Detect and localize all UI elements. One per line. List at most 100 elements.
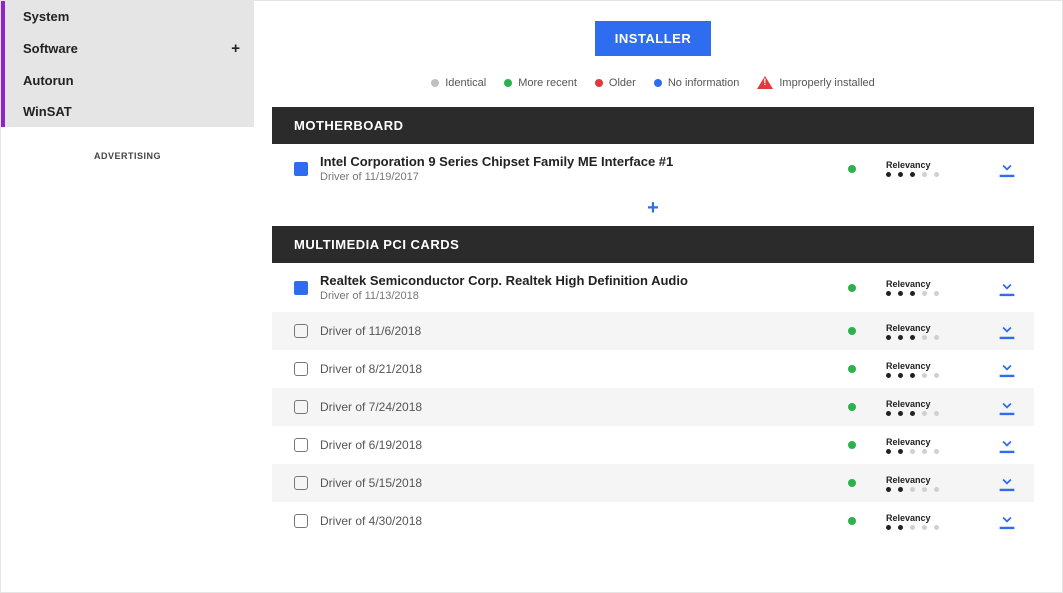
driver-date: Driver of 11/19/2017 — [320, 171, 836, 183]
driver-row[interactable]: Driver of 4/30/2018 Relevancy — [272, 502, 1034, 540]
driver-row[interactable]: Driver of 5/15/2018 Relevancy — [272, 464, 1034, 502]
relevancy-meter: Relevancy — [886, 513, 966, 530]
status-dot-icon — [848, 327, 856, 335]
status-dot-icon — [848, 441, 856, 449]
status-dot-icon — [848, 365, 856, 373]
download-icon[interactable] — [996, 398, 1018, 416]
relevancy-meter: Relevancy — [886, 475, 966, 492]
legend-label: More recent — [518, 77, 577, 89]
relevancy-dots — [886, 449, 966, 454]
driver-text: Realtek Semiconductor Corp. Realtek High… — [320, 273, 836, 302]
status-dot-icon — [848, 284, 856, 292]
relevancy-dots — [886, 335, 966, 340]
installer-button[interactable]: INSTALLER — [595, 21, 711, 56]
legend-label: Improperly installed — [779, 77, 874, 89]
status-dot-icon — [848, 165, 856, 173]
checkbox[interactable] — [294, 400, 308, 414]
select-box-icon[interactable] — [294, 162, 308, 176]
driver-name: Intel Corporation 9 Series Chipset Famil… — [320, 154, 836, 169]
relevancy-meter: Relevancy — [886, 279, 966, 296]
driver-row[interactable]: Driver of 6/19/2018 Relevancy — [272, 426, 1034, 464]
driver-text: Driver of 5/15/2018 — [320, 476, 836, 490]
relevancy-label: Relevancy — [886, 399, 966, 409]
driver-row[interactable]: Driver of 11/6/2018 Relevancy — [272, 312, 1034, 350]
sidebar-nav: System Software + Autorun WinSAT — [1, 1, 254, 127]
driver-date: Driver of 11/6/2018 — [320, 324, 836, 338]
relevancy-meter: Relevancy — [886, 399, 966, 416]
driver-name: Realtek Semiconductor Corp. Realtek High… — [320, 273, 836, 288]
driver-text: Driver of 11/6/2018 — [320, 324, 836, 338]
driver-text: Driver of 7/24/2018 — [320, 400, 836, 414]
relevancy-label: Relevancy — [886, 475, 966, 485]
download-icon[interactable] — [996, 322, 1018, 340]
relevancy-label: Relevancy — [886, 513, 966, 523]
relevancy-dots — [886, 525, 966, 530]
checkbox[interactable] — [294, 362, 308, 376]
warning-icon — [757, 76, 773, 89]
checkbox[interactable] — [294, 476, 308, 490]
legend-label: Older — [609, 77, 636, 89]
dot-blue-icon — [654, 79, 662, 87]
relevancy-dots — [886, 172, 966, 177]
expand-row: + — [272, 193, 1034, 226]
driver-row[interactable]: Driver of 8/21/2018 Relevancy — [272, 350, 1034, 388]
driver-row[interactable]: Realtek Semiconductor Corp. Realtek High… — [272, 263, 1034, 312]
legend-label: No information — [668, 77, 740, 89]
download-icon[interactable] — [996, 436, 1018, 454]
status-dot-icon — [848, 517, 856, 525]
relevancy-dots — [886, 291, 966, 296]
sidebar-item-winsat[interactable]: WinSAT — [5, 96, 254, 127]
download-icon[interactable] — [996, 512, 1018, 530]
main-content: INSTALLER Identical More recent Older No… — [254, 1, 1062, 592]
sidebar: System Software + Autorun WinSAT ADVERTI… — [1, 1, 254, 592]
dot-red-icon — [595, 79, 603, 87]
sidebar-item-autorun[interactable]: Autorun — [5, 65, 254, 96]
select-box-icon[interactable] — [294, 281, 308, 295]
driver-date: Driver of 11/13/2018 — [320, 290, 836, 302]
driver-date: Driver of 8/21/2018 — [320, 362, 836, 376]
relevancy-label: Relevancy — [886, 279, 966, 289]
installer-row: INSTALLER — [272, 21, 1034, 56]
relevancy-label: Relevancy — [886, 160, 966, 170]
sidebar-item-label: WinSAT — [23, 104, 72, 119]
section-header-multimedia: MULTIMEDIA PCI CARDS — [272, 226, 1034, 263]
expand-plus-icon[interactable]: + — [647, 197, 659, 220]
download-icon[interactable] — [996, 160, 1018, 178]
checkbox[interactable] — [294, 324, 308, 338]
driver-date: Driver of 4/30/2018 — [320, 514, 836, 528]
legend-improperly-installed: Improperly installed — [757, 76, 874, 89]
dot-grey-icon — [431, 79, 439, 87]
driver-row[interactable]: Intel Corporation 9 Series Chipset Famil… — [272, 144, 1034, 193]
legend-older: Older — [595, 77, 636, 89]
status-dot-icon — [848, 403, 856, 411]
relevancy-label: Relevancy — [886, 361, 966, 371]
driver-date: Driver of 6/19/2018 — [320, 438, 836, 452]
advertising-label: ADVERTISING — [1, 151, 254, 161]
section-header-motherboard: MOTHERBOARD — [272, 107, 1034, 144]
relevancy-dots — [886, 487, 966, 492]
checkbox[interactable] — [294, 514, 308, 528]
relevancy-meter: Relevancy — [886, 160, 966, 177]
dot-green-icon — [504, 79, 512, 87]
status-dot-icon — [848, 479, 856, 487]
legend-identical: Identical — [431, 77, 486, 89]
sidebar-item-system[interactable]: System — [5, 1, 254, 32]
driver-row[interactable]: Driver of 7/24/2018 Relevancy — [272, 388, 1034, 426]
sidebar-item-label: System — [23, 9, 69, 24]
legend-more-recent: More recent — [504, 77, 577, 89]
checkbox[interactable] — [294, 438, 308, 452]
download-icon[interactable] — [996, 279, 1018, 297]
legend-label: Identical — [445, 77, 486, 89]
plus-icon[interactable]: + — [231, 40, 240, 57]
relevancy-dots — [886, 411, 966, 416]
status-legend: Identical More recent Older No informati… — [272, 76, 1034, 89]
sidebar-item-software[interactable]: Software + — [5, 32, 254, 65]
relevancy-label: Relevancy — [886, 437, 966, 447]
driver-text: Driver of 6/19/2018 — [320, 438, 836, 452]
driver-date: Driver of 7/24/2018 — [320, 400, 836, 414]
relevancy-meter: Relevancy — [886, 437, 966, 454]
download-icon[interactable] — [996, 474, 1018, 492]
download-icon[interactable] — [996, 360, 1018, 378]
driver-text: Driver of 8/21/2018 — [320, 362, 836, 376]
driver-text: Intel Corporation 9 Series Chipset Famil… — [320, 154, 836, 183]
